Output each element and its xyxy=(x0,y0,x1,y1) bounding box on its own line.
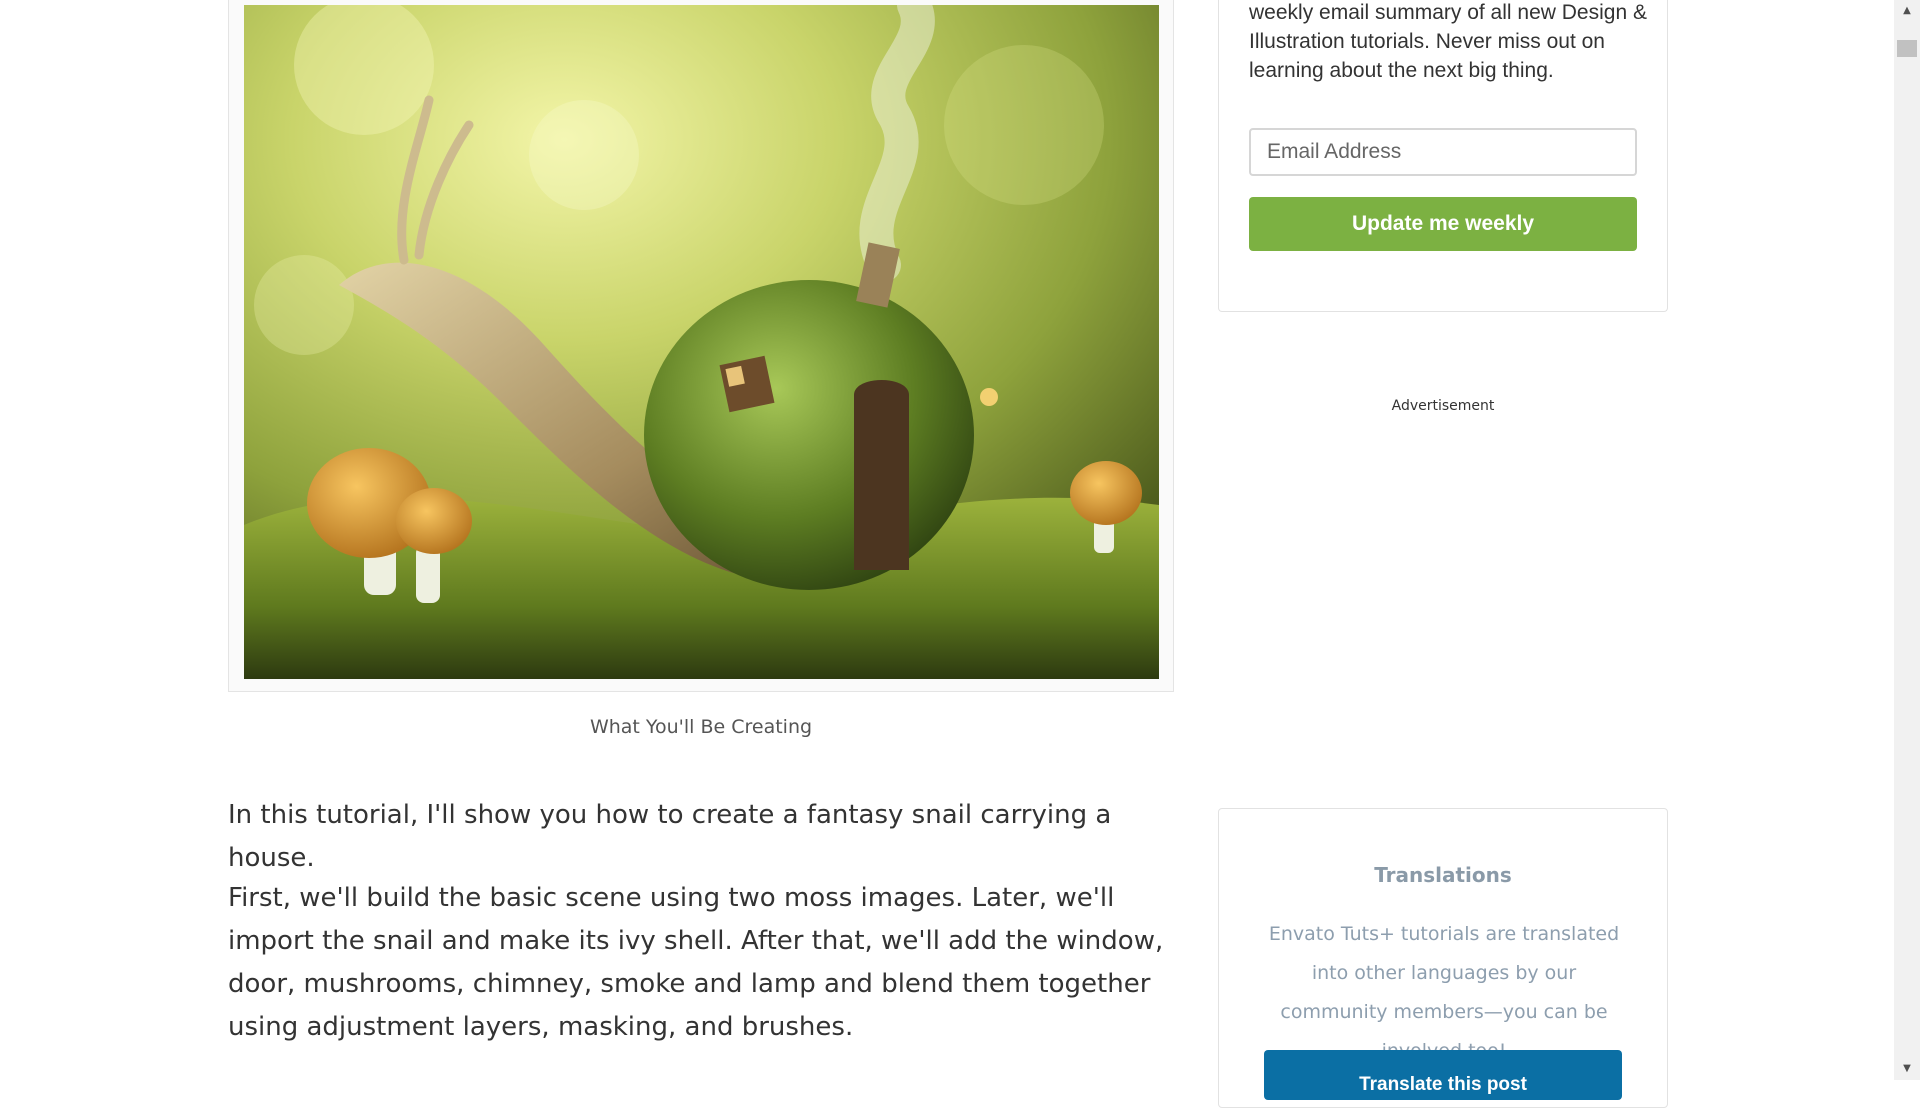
translations-description: Envato Tuts+ tutorials are translated in… xyxy=(1268,923,1620,1062)
hero-caption: What You'll Be Creating xyxy=(589,716,813,738)
article-intro-paragraph: In this tutorial, I'll show you how to c… xyxy=(228,800,1112,873)
update-me-weekly-button[interactable]: Update me weekly xyxy=(1249,197,1637,251)
article-body-paragraph: First, we'll build the basic scene using… xyxy=(228,883,1164,1042)
translations-card: Translations Envato Tuts+ tutorials are … xyxy=(1218,808,1668,1108)
newsletter-description: weekly email summary of all new Design &… xyxy=(1249,1,1647,82)
translate-this-post-button[interactable]: Translate this post xyxy=(1264,1050,1622,1100)
page-scrollbar[interactable]: ▲ ▼ xyxy=(1894,0,1920,1080)
scrollbar-thumb[interactable] xyxy=(1897,40,1917,57)
triangle-up-icon[interactable]: ▲ xyxy=(1894,0,1920,22)
triangle-down-icon[interactable]: ▼ xyxy=(1894,1058,1920,1080)
translations-title: Translations xyxy=(1374,863,1512,887)
advertisement-label: Advertisement xyxy=(1391,398,1495,414)
newsletter-signup-card: weekly email summary of all new Design &… xyxy=(1218,0,1668,312)
email-address-input[interactable] xyxy=(1249,128,1637,176)
hero-image-frame xyxy=(228,0,1174,692)
hero-image-snail-house xyxy=(244,5,1159,679)
snail-house-illustration xyxy=(244,5,1159,679)
